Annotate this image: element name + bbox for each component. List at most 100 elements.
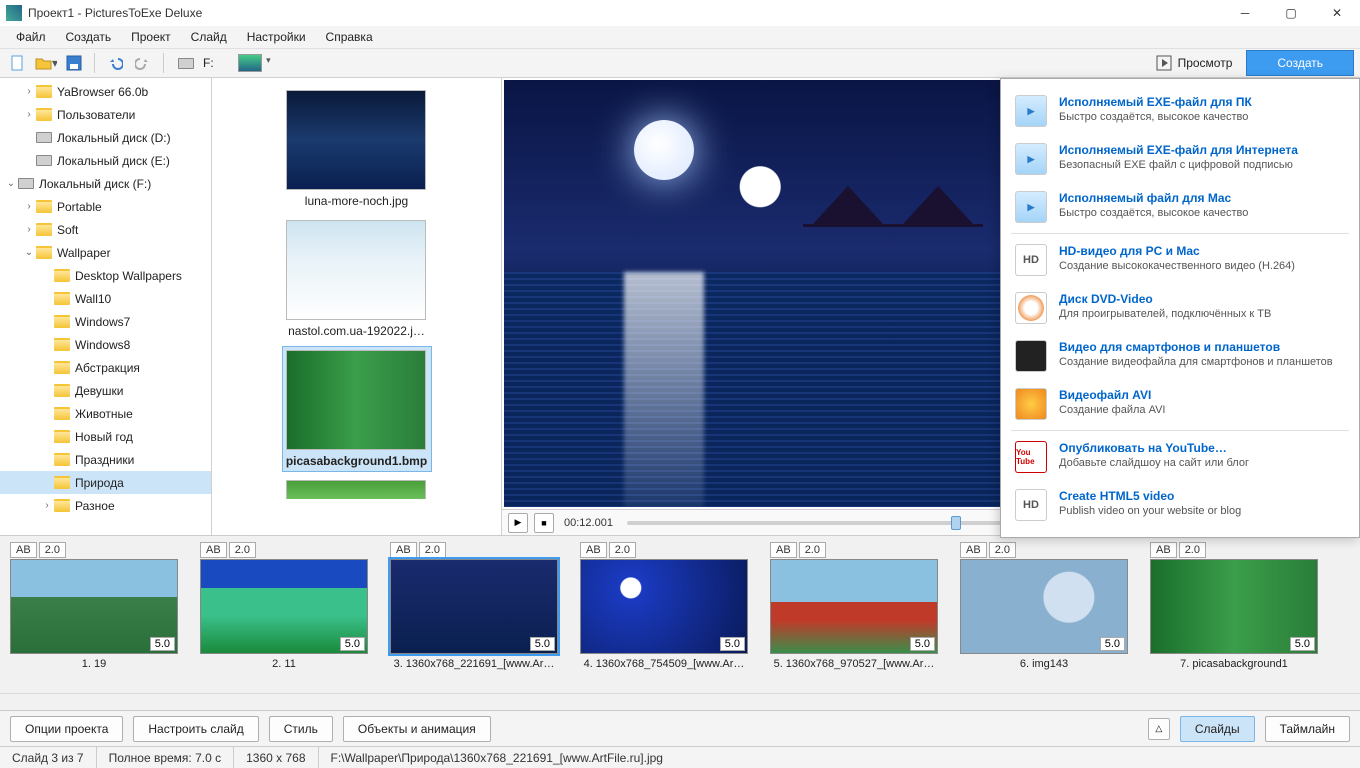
- tree-item[interactable]: •Wall10: [0, 287, 211, 310]
- menu-Слайд[interactable]: Слайд: [181, 27, 237, 47]
- tree-item[interactable]: ›Portable: [0, 195, 211, 218]
- timeline-slide[interactable]: AB2.05.03. 1360x768_221691_[www.Ar…: [390, 542, 558, 670]
- minimize-button[interactable]: ─: [1222, 0, 1268, 26]
- tree-item[interactable]: ›Пользователи: [0, 103, 211, 126]
- export-option[interactable]: Видео для смартфонов и планшетовСоздание…: [1001, 332, 1359, 380]
- folder-icon: [54, 292, 70, 305]
- timeline-slide[interactable]: AB2.05.07. picasabackground1: [1150, 542, 1318, 670]
- drive-icon: [18, 178, 34, 189]
- menu-Справка[interactable]: Справка: [316, 27, 383, 47]
- tree-item[interactable]: •Локальный диск (E:): [0, 149, 211, 172]
- color-picker[interactable]: [238, 51, 262, 75]
- file-thumbnail[interactable]: picasabackground1.bmp: [282, 346, 432, 472]
- play-button[interactable]: ▶: [508, 513, 528, 533]
- status-bar: Слайд 3 из 7 Полное время: 7.0 с 1360 x …: [0, 746, 1360, 768]
- drive-selector[interactable]: F:: [172, 56, 220, 70]
- configure-slide-button[interactable]: Настроить слайд: [133, 716, 258, 742]
- window-title: Проект1 - PicturesToExe Deluxe: [28, 6, 1222, 20]
- tree-item[interactable]: •Windows7: [0, 310, 211, 333]
- slides-tab[interactable]: Слайды: [1180, 716, 1255, 742]
- export-option[interactable]: HDCreate HTML5 videoPublish video on you…: [1001, 481, 1359, 529]
- tree-item[interactable]: •Новый год: [0, 425, 211, 448]
- status-slide-count: Слайд 3 из 7: [0, 747, 97, 768]
- tree-item[interactable]: ›Разное: [0, 494, 211, 517]
- folder-icon: [36, 223, 52, 236]
- tree-item[interactable]: •Абстракция: [0, 356, 211, 379]
- export-option[interactable]: HDHD-видео для PC и MacСоздание высокока…: [1001, 236, 1359, 284]
- timeline-slide[interactable]: AB2.05.01. 19: [10, 542, 178, 670]
- tree-item[interactable]: •Desktop Wallpapers: [0, 264, 211, 287]
- new-file-icon[interactable]: [6, 51, 30, 75]
- tree-item[interactable]: •Праздники: [0, 448, 211, 471]
- export-option[interactable]: Видеофайл AVIСоздание файла AVI: [1001, 380, 1359, 428]
- export-option[interactable]: ▶Исполняемый EXE-файл для ПКБыстро созда…: [1001, 87, 1359, 135]
- timeline-slide[interactable]: AB2.05.04. 1360x768_754509_[www.Ar…: [580, 542, 748, 670]
- folder-icon: [54, 315, 70, 328]
- folder-icon: [54, 476, 70, 489]
- tree-item[interactable]: •Животные: [0, 402, 211, 425]
- timeline-scrollbar[interactable]: [0, 693, 1360, 710]
- open-folder-icon[interactable]: ▾: [34, 51, 58, 75]
- export-option[interactable]: You TubeОпубликовать на YouTube…Добавьте…: [1001, 433, 1359, 481]
- export-option[interactable]: Диск DVD-VideoДля проигрывателей, подклю…: [1001, 284, 1359, 332]
- tree-item[interactable]: •Природа: [0, 471, 211, 494]
- export-option[interactable]: ▶Исполняемый файл для MacБыстро создаётс…: [1001, 183, 1359, 231]
- status-total-time: Полное время: 7.0 с: [97, 747, 235, 768]
- status-dimensions: 1360 x 768: [234, 747, 318, 768]
- export-menu[interactable]: ▶Исполняемый EXE-файл для ПКБыстро созда…: [1000, 78, 1360, 538]
- folder-icon: [36, 108, 52, 121]
- tree-item[interactable]: ⌄Локальный диск (F:): [0, 172, 211, 195]
- tree-item[interactable]: •Windows8: [0, 333, 211, 356]
- slide-timeline: AB2.05.01. 19AB2.05.02. 11AB2.05.03. 136…: [0, 535, 1360, 710]
- file-thumbnail[interactable]: luna-more-noch.jpg: [282, 86, 432, 212]
- menu-Файл[interactable]: Файл: [6, 27, 56, 47]
- export-option[interactable]: ▶Исполняемый EXE-файл для ИнтернетаБезоп…: [1001, 135, 1359, 183]
- folder-tree[interactable]: ›YaBrowser 66.0b›Пользователи•Локальный …: [0, 78, 212, 535]
- undo-icon[interactable]: [103, 51, 127, 75]
- tree-item[interactable]: ⌄Wallpaper: [0, 241, 211, 264]
- save-icon[interactable]: [62, 51, 86, 75]
- tree-item[interactable]: •Девушки: [0, 379, 211, 402]
- menu-Настройки[interactable]: Настройки: [237, 27, 316, 47]
- folder-icon: [36, 85, 52, 98]
- play-icon: [1156, 55, 1172, 71]
- stop-button[interactable]: ■: [534, 513, 554, 533]
- timeline-slide[interactable]: AB2.05.05. 1360x768_970527_[www.Ar…: [770, 542, 938, 670]
- folder-icon: [54, 453, 70, 466]
- separator: [163, 53, 164, 73]
- bottom-toolbar: Опции проекта Настроить слайд Стиль Объе…: [0, 710, 1360, 746]
- svg-text:▾: ▾: [52, 56, 57, 70]
- thumbnail-list[interactable]: luna-more-noch.jpgnastol.com.ua-192022.j…: [212, 78, 501, 535]
- close-button[interactable]: ✕: [1314, 0, 1360, 26]
- slide-strip[interactable]: AB2.05.01. 19AB2.05.02. 11AB2.05.03. 136…: [0, 536, 1360, 693]
- tree-item[interactable]: ›Soft: [0, 218, 211, 241]
- folder-icon: [54, 407, 70, 420]
- style-button[interactable]: Стиль: [269, 716, 333, 742]
- toolbar: ▾ F: Просмотр Создать: [0, 48, 1360, 78]
- collapse-button[interactable]: △: [1148, 718, 1170, 740]
- timeline-slide[interactable]: AB2.05.02. 11: [200, 542, 368, 670]
- timeline-tab[interactable]: Таймлайн: [1265, 716, 1350, 742]
- maximize-button[interactable]: ▢: [1268, 0, 1314, 26]
- menu-bar: ФайлСоздатьПроектСлайдНастройкиСправка: [0, 26, 1360, 48]
- menu-Создать[interactable]: Создать: [56, 27, 122, 47]
- file-thumbnail[interactable]: nastol.com.ua-192022.j…: [282, 216, 432, 342]
- objects-animation-button[interactable]: Объекты и анимация: [343, 716, 491, 742]
- tree-item[interactable]: •Локальный диск (D:): [0, 126, 211, 149]
- tree-item[interactable]: ›YaBrowser 66.0b: [0, 80, 211, 103]
- title-bar: Проект1 - PicturesToExe Deluxe ─ ▢ ✕: [0, 0, 1360, 26]
- preview-button[interactable]: Просмотр: [1146, 50, 1243, 76]
- folder-icon: [36, 246, 52, 259]
- app-icon: [6, 5, 22, 21]
- drive-icon: [36, 155, 52, 166]
- separator: [94, 53, 95, 73]
- timeline-slide[interactable]: AB2.05.06. img143: [960, 542, 1128, 670]
- redo-icon[interactable]: [131, 51, 155, 75]
- file-thumbnail[interactable]: [282, 476, 432, 500]
- folder-icon: [36, 200, 52, 213]
- project-options-button[interactable]: Опции проекта: [10, 716, 123, 742]
- create-button[interactable]: Создать: [1246, 50, 1354, 76]
- folder-icon: [54, 430, 70, 443]
- menu-Проект[interactable]: Проект: [121, 27, 181, 47]
- seek-thumb[interactable]: [951, 516, 961, 530]
